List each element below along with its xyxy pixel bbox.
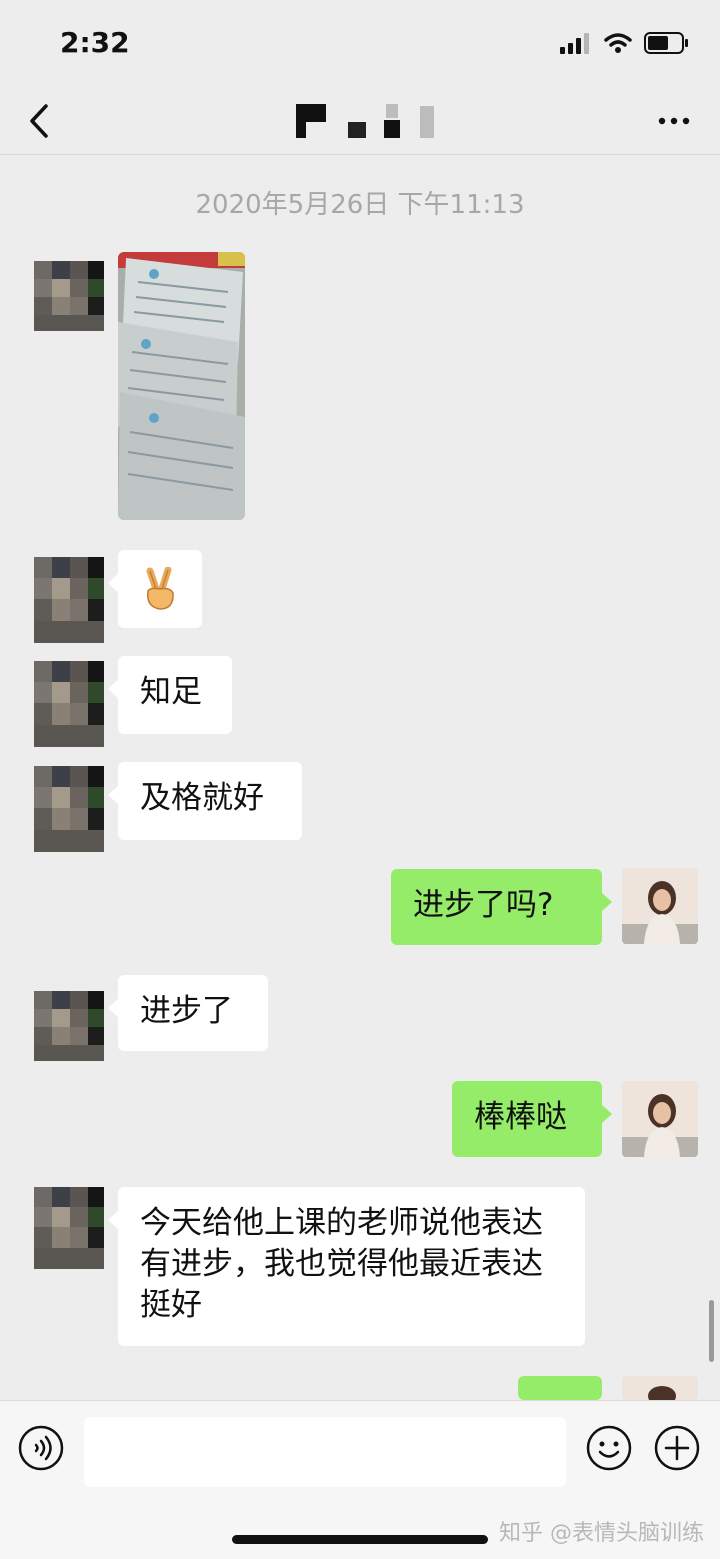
contact-avatar[interactable] [34, 766, 104, 852]
victory-hand-icon [146, 567, 174, 610]
chat-title-redacted [296, 104, 434, 138]
message-bubble-sent[interactable] [518, 1376, 612, 1418]
voice-icon[interactable] [18, 1425, 64, 1471]
emoji-icon[interactable] [586, 1425, 632, 1471]
message-timestamp: 2020年5月26日 下午11:13 [195, 190, 525, 220]
home-indicator[interactable] [232, 1535, 488, 1544]
message-bubble-received[interactable]: 进步了 [108, 975, 268, 1051]
contact-avatar[interactable] [34, 991, 104, 1061]
worksheet-photo [118, 252, 245, 520]
input-bar: 知乎 @表情头脑训练 [0, 1400, 720, 1559]
wifi-icon [604, 33, 632, 53]
message-bubble-received[interactable] [108, 550, 202, 628]
chat-header [0, 88, 720, 155]
status-icons [560, 30, 690, 56]
contact-avatar[interactable] [34, 661, 104, 747]
chat-scrollbar[interactable] [709, 1300, 714, 1362]
message-bubble-received[interactable]: 及格就好 [108, 762, 302, 840]
message-bubble-sent[interactable]: 棒棒哒 [452, 1081, 612, 1157]
message-bubble-sent[interactable]: 进步了吗? [391, 869, 612, 945]
message-bubble-received[interactable]: 今天给他上课的老师说他表达有进步，我也觉得他最近表达挺好 [108, 1187, 585, 1346]
message-input[interactable] [84, 1417, 566, 1487]
battery-icon [644, 32, 688, 54]
contact-avatar[interactable] [34, 557, 104, 643]
watermark: 知乎 @表情头脑训练 [499, 1521, 704, 1546]
more-icon[interactable] [654, 106, 694, 136]
user-avatar[interactable] [622, 868, 698, 944]
user-avatar[interactable] [622, 1081, 698, 1157]
signal-icon [560, 33, 589, 54]
status-bar: 2:32 [0, 0, 720, 88]
contact-avatar[interactable] [34, 1187, 104, 1269]
message-image[interactable] [118, 252, 245, 520]
message-bubble-received[interactable]: 知足 [108, 656, 232, 734]
plus-icon[interactable] [654, 1425, 700, 1471]
contact-avatar[interactable] [34, 261, 104, 331]
user-avatar[interactable] [622, 1376, 698, 1400]
status-time: 2:32 [60, 26, 130, 59]
back-icon[interactable] [22, 96, 62, 146]
